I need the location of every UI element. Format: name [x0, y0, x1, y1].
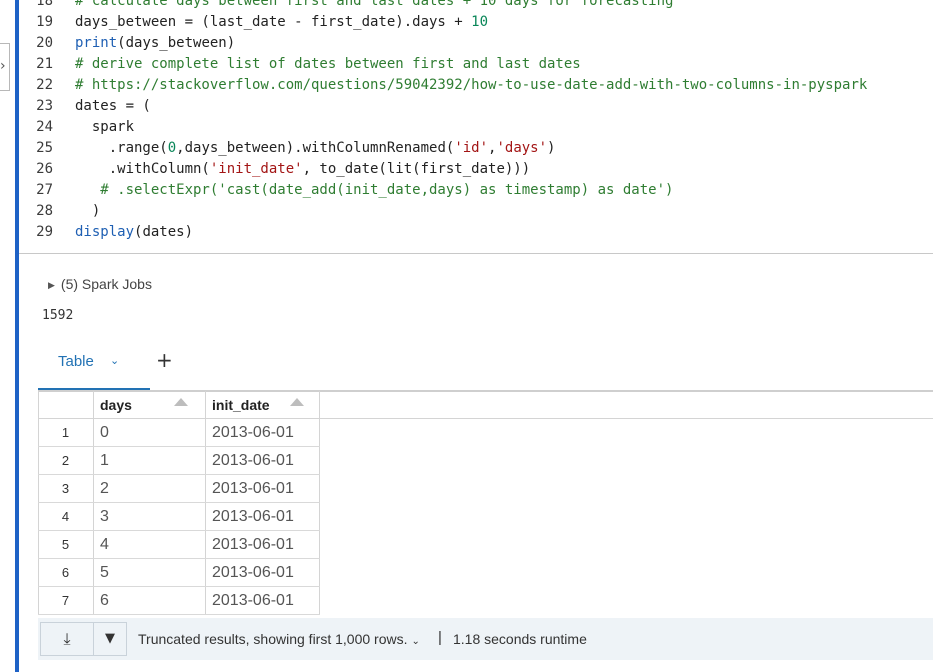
collapse-sidebar-tab[interactable]: ›	[0, 43, 10, 91]
row-index: 7	[38, 587, 94, 615]
truncated-results-dropdown[interactable]: Truncated results, showing first 1,000 r…	[138, 631, 420, 647]
row-index: 5	[38, 531, 94, 559]
truncated-results-text: Truncated results, showing first 1,000 r…	[138, 631, 408, 647]
line-text: days_between = (last_date - first_date).…	[75, 14, 489, 30]
download-options-button[interactable]: ▼	[93, 622, 127, 656]
line-number: 29	[36, 224, 53, 240]
line-number: 27	[36, 182, 53, 198]
cell-stdout: 1592	[42, 308, 74, 323]
code-line: 23 dates = (	[19, 96, 933, 117]
caret-right-icon: ▶	[48, 280, 55, 290]
line-text: .withColumn('init_date', to_date(lit(fir…	[75, 161, 531, 177]
row-index: 4	[38, 503, 94, 531]
cell-init-date[interactable]: 2013-06-01	[206, 503, 320, 531]
cell-init-date[interactable]: 2013-06-01	[206, 447, 320, 475]
code-line: 19 days_between = (last_date - first_date…	[19, 12, 933, 33]
cell-days[interactable]: 6	[94, 587, 206, 615]
table-row[interactable]: 5 4 2013-06-01	[38, 531, 320, 559]
tab-table-label: Table	[58, 353, 94, 370]
table-row[interactable]: 3 2 2013-06-01	[38, 475, 320, 503]
cell-init-date[interactable]: 2013-06-01	[206, 587, 320, 615]
runtime-text: 1.18 seconds runtime	[453, 631, 587, 647]
chevron-down-icon[interactable]: ⌄	[110, 354, 119, 367]
cell-init-date[interactable]: 2013-06-01	[206, 559, 320, 587]
row-index-header	[38, 391, 94, 419]
table-header: days init_date	[38, 391, 320, 419]
line-number: 26	[36, 161, 53, 177]
tab-table[interactable]: Table ⌄	[38, 334, 150, 390]
line-text: )	[75, 203, 101, 219]
cell-init-date[interactable]: 2013-06-01	[206, 419, 320, 447]
chevron-down-icon: ▼	[105, 631, 115, 646]
line-text: # .selectExpr('cast(date_add(init_date,d…	[75, 182, 674, 198]
spark-jobs-toggle[interactable]: ▶ (5) Spark Jobs	[48, 276, 152, 292]
sort-icon[interactable]	[290, 398, 304, 406]
code-line: 21 # derive complete list of dates betwee…	[19, 54, 933, 75]
code-line: 27 # .selectExpr('cast(date_add(init_dat…	[19, 180, 933, 201]
row-index: 3	[38, 475, 94, 503]
cell-days[interactable]: 1	[94, 447, 206, 475]
column-header-days[interactable]: days	[94, 391, 206, 419]
download-button[interactable]: ⤓	[40, 622, 94, 656]
column-header-label: days	[100, 397, 132, 413]
code-editor-border	[19, 253, 933, 254]
column-header-label: init_date	[212, 397, 270, 413]
footer-separator: |	[438, 629, 442, 646]
code-line: 22 # https://stackoverflow.com/questions/…	[19, 75, 933, 96]
line-number: 23	[36, 98, 53, 114]
cell-days[interactable]: 2	[94, 475, 206, 503]
row-index: 6	[38, 559, 94, 587]
table-row[interactable]: 6 5 2013-06-01	[38, 559, 320, 587]
cell-days[interactable]: 5	[94, 559, 206, 587]
cell-days[interactable]: 4	[94, 531, 206, 559]
add-visualization-button[interactable]: +	[156, 348, 173, 372]
line-number: 28	[36, 203, 53, 219]
left-gutter	[0, 0, 15, 672]
line-number: 22	[36, 77, 53, 93]
row-divider	[38, 614, 320, 615]
cell-days[interactable]: 0	[94, 419, 206, 447]
line-number: 18	[36, 0, 53, 9]
line-number: 25	[36, 140, 53, 156]
cell-days[interactable]: 3	[94, 503, 206, 531]
row-index: 2	[38, 447, 94, 475]
code-line: 25 .range(0,days_between).withColumnRena…	[19, 138, 933, 159]
spark-jobs-label: (5) Spark Jobs	[60, 276, 152, 292]
code-line: 18 # calculate days between first and las…	[19, 0, 933, 12]
code-line: 20 print(days_between)	[19, 33, 933, 54]
cell-init-date[interactable]: 2013-06-01	[206, 475, 320, 503]
table-row[interactable]: 2 1 2013-06-01	[38, 447, 320, 475]
line-text: .range(0,days_between).withColumnRenamed…	[75, 140, 556, 156]
line-text: dates = (	[75, 98, 151, 114]
sort-icon[interactable]	[174, 398, 188, 406]
line-number: 20	[36, 35, 53, 51]
chevron-right-icon: ›	[0, 58, 6, 74]
code-line: 28 )	[19, 201, 933, 222]
results-footer: ⤓ ▼ Truncated results, showing first 1,0…	[38, 618, 933, 660]
line-number: 21	[36, 56, 53, 72]
line-text: # derive complete list of dates between …	[75, 56, 581, 72]
row-index: 1	[38, 419, 94, 447]
line-text: print(days_between)	[75, 35, 236, 51]
line-text: spark	[75, 119, 135, 135]
download-icon: ⤓	[63, 629, 71, 648]
cell-init-date[interactable]: 2013-06-01	[206, 531, 320, 559]
line-text: display(dates)	[75, 224, 194, 240]
line-number: 19	[36, 14, 53, 30]
line-text: # https://stackoverflow.com/questions/59…	[75, 77, 868, 93]
code-line: 26 .withColumn('init_date', to_date(lit(…	[19, 159, 933, 180]
table-row[interactable]: 7 6 2013-06-01	[38, 587, 320, 615]
table-row[interactable]: 1 0 2013-06-01	[38, 419, 320, 447]
result-tab-bar: Table ⌄ +	[38, 334, 933, 391]
code-editor[interactable]: 18 # calculate days between first and las…	[19, 0, 933, 254]
code-line: 29 display(dates)	[19, 222, 933, 243]
line-text: # calculate days between first and last …	[75, 0, 674, 9]
table-row[interactable]: 4 3 2013-06-01	[38, 503, 320, 531]
line-number: 24	[36, 119, 53, 135]
column-header-init-date[interactable]: init_date	[206, 391, 320, 419]
code-line: 24 spark	[19, 117, 933, 138]
chevron-down-icon: ⌄	[411, 636, 420, 647]
